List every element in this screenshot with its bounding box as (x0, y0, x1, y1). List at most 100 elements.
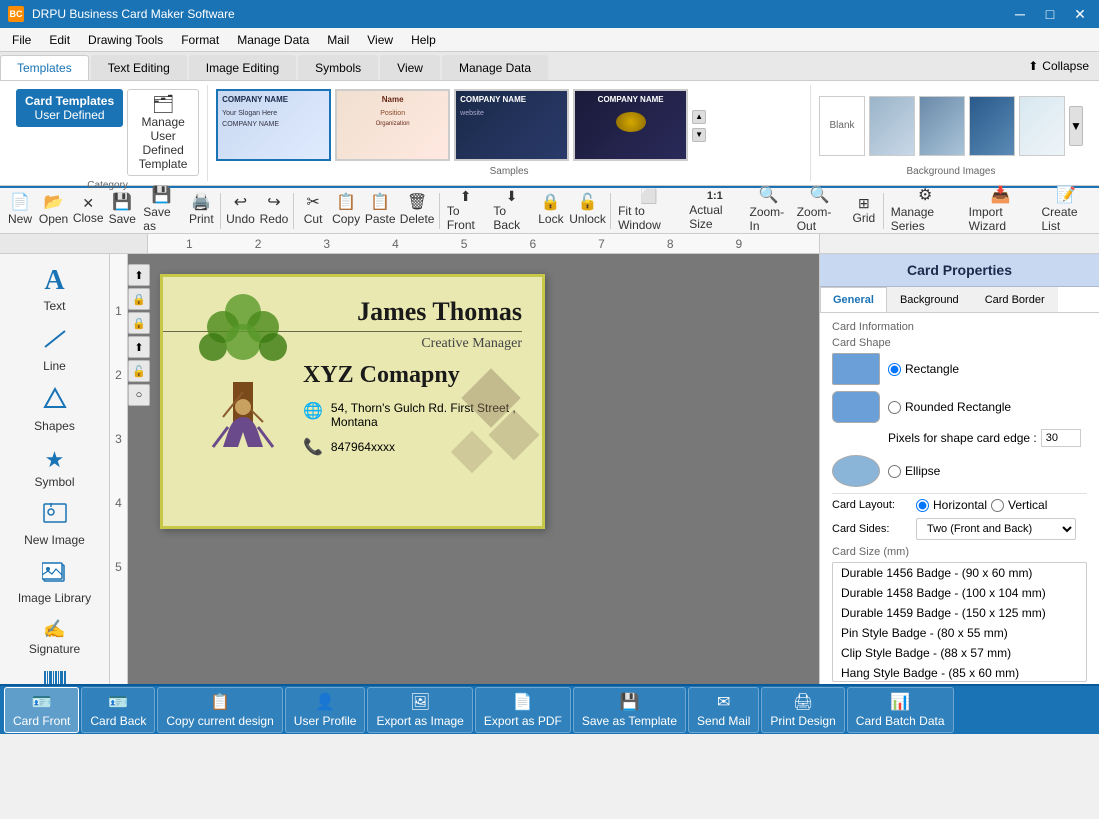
toolbar-redo[interactable]: ↪ Redo (258, 193, 291, 228)
tab-image-editing[interactable]: Image Editing (189, 55, 296, 80)
close-btn[interactable]: ✕ (1069, 3, 1091, 25)
bg-img-3[interactable] (969, 96, 1015, 156)
sample-scroll[interactable]: ▲ ▼ (692, 89, 706, 162)
toolbar-unlock[interactable]: 🔓 Unlock (568, 193, 607, 228)
minimize-btn[interactable]: ─ (1009, 3, 1031, 25)
toolbar-fit-window[interactable]: ⬜ Fit to Window (614, 187, 684, 234)
props-tab-card-border[interactable]: Card Border (972, 287, 1058, 312)
props-tab-general[interactable]: General (820, 287, 887, 312)
card-size-list[interactable]: Durable 1456 Badge - (90 x 60 mm) Durabl… (832, 562, 1087, 682)
sample-item-4[interactable]: COMPANY NAME (573, 89, 688, 161)
toolbar-import-wizard[interactable]: 📥 Import Wizard (965, 186, 1037, 235)
toolbar-copy[interactable]: 📋 Copy (330, 193, 362, 228)
sample-item-3[interactable]: COMPANY NAME website (454, 89, 569, 161)
menu-view[interactable]: View (359, 31, 401, 49)
bottom-copy-design[interactable]: 📋 Copy current design (157, 687, 282, 733)
menu-manage-data[interactable]: Manage Data (229, 31, 317, 49)
ellipse-radio-label[interactable]: Ellipse (888, 464, 940, 478)
toolbar-undo[interactable]: ↩ Undo (224, 193, 257, 228)
sidebar-item-signature[interactable]: ✍ Signature (4, 613, 105, 662)
toolbar-cut[interactable]: ✂ Cut (297, 193, 329, 228)
tab-templates[interactable]: Templates (0, 55, 89, 80)
sidebar-item-shapes[interactable]: Shapes (4, 381, 105, 439)
rounded-radio[interactable] (888, 401, 901, 414)
rect-radio-label[interactable]: Rectangle (888, 362, 959, 376)
size-3[interactable]: Pin Style Badge - (80 x 55 mm) (833, 623, 1086, 643)
card-sides-select[interactable]: Two (Front and Back) One (Front only) (916, 518, 1076, 540)
menu-mail[interactable]: Mail (319, 31, 357, 49)
bottom-card-batch[interactable]: 📊 Card Batch Data (847, 687, 954, 733)
toolbar-close[interactable]: ✕ Close (71, 194, 105, 227)
sidebar-item-barcode[interactable]: Barcode (4, 664, 105, 684)
size-0[interactable]: Durable 1456 Badge - (90 x 60 mm) (833, 563, 1086, 583)
toolbar-lock[interactable]: 🔒 Lock (535, 193, 567, 228)
menu-help[interactable]: Help (403, 31, 444, 49)
bottom-user-profile[interactable]: 👤 User Profile (285, 687, 366, 733)
toolbar-open[interactable]: 📂 Open (37, 193, 70, 228)
toolbar-grid[interactable]: ⊞ Grid (848, 194, 880, 227)
vert-radio-label[interactable]: Vertical (991, 498, 1047, 512)
props-tab-background[interactable]: Background (887, 287, 972, 312)
menu-edit[interactable]: Edit (41, 31, 78, 49)
tab-view[interactable]: View (380, 55, 440, 80)
bottom-card-front[interactable]: 🪪 Card Front (4, 687, 79, 733)
collapse-btn[interactable]: ⬆ Collapse (1018, 52, 1099, 80)
size-4[interactable]: Clip Style Badge - (88 x 57 mm) (833, 643, 1086, 663)
rect-radio[interactable] (888, 363, 901, 376)
bottom-send-mail[interactable]: ✉ Send Mail (688, 687, 759, 733)
menu-drawing-tools[interactable]: Drawing Tools (80, 31, 171, 49)
toolbar-to-front[interactable]: ⬆ To Front (443, 187, 489, 234)
sidebar-item-line[interactable]: Line (4, 321, 105, 379)
maximize-btn[interactable]: □ (1039, 3, 1061, 25)
bg-img-4[interactable] (1019, 96, 1065, 156)
card-templates-btn[interactable]: Card Templates User Defined (16, 89, 123, 127)
toolbar-save[interactable]: 💾 Save (106, 193, 138, 228)
toolbar-zoom-out[interactable]: 🔍 Zoom-Out (793, 186, 847, 235)
toolbar-to-back[interactable]: ⬇ To Back (489, 187, 533, 234)
bg-img-1[interactable] (869, 96, 915, 156)
sidebar-item-text[interactable]: A Text (4, 259, 105, 319)
size-1[interactable]: Durable 1458 Badge - (100 x 104 mm) (833, 583, 1086, 603)
size-2[interactable]: Durable 1459 Badge - (150 x 125 mm) (833, 603, 1086, 623)
zoom-ctrl-3[interactable]: 🔒 (128, 312, 150, 334)
bg-img-2[interactable] (919, 96, 965, 156)
sidebar-item-image-library[interactable]: Image Library (4, 555, 105, 611)
bottom-save-template[interactable]: 💾 Save as Template (573, 687, 686, 733)
size-5[interactable]: Hang Style Badge - (85 x 60 mm) (833, 663, 1086, 682)
bottom-export-pdf[interactable]: 📄 Export as PDF (475, 687, 571, 733)
business-card[interactable]: James Thomas Creative Manager XYZ Comapn… (160, 274, 545, 529)
menu-format[interactable]: Format (173, 31, 227, 49)
toolbar-actual-size[interactable]: 1:1 Actual Size (685, 189, 744, 233)
canvas-area[interactable]: 1 2 3 4 5 ⬆ 🔒 🔒 ⬆ 🔓 ○ (110, 254, 819, 684)
horiz-radio-label[interactable]: Horizontal (916, 498, 987, 512)
sample-item-2[interactable]: Name Position Organization (335, 89, 450, 161)
zoom-ctrl-2[interactable]: 🔒 (128, 288, 150, 310)
vert-radio[interactable] (991, 499, 1004, 512)
toolbar-print[interactable]: 🖨️ Print (185, 193, 217, 228)
toolbar-manage-series[interactable]: ⚙ Manage Series (887, 186, 964, 235)
toolbar-create-list[interactable]: 📝 Create List (1037, 186, 1095, 235)
zoom-ctrl-4[interactable]: ⬆ (128, 336, 150, 358)
pixels-input[interactable] (1041, 429, 1081, 447)
horiz-radio[interactable] (916, 499, 929, 512)
toolbar-paste[interactable]: 📋 Paste (363, 193, 397, 228)
ellipse-radio[interactable] (888, 465, 901, 478)
sidebar-item-new-image[interactable]: New Image (4, 497, 105, 553)
zoom-ctrl-5[interactable]: 🔓 (128, 360, 150, 382)
rounded-radio-label[interactable]: Rounded Rectangle (888, 400, 1011, 414)
zoom-ctrl-1[interactable]: ⬆ (128, 264, 150, 286)
toolbar-new[interactable]: 📄 New (4, 193, 36, 228)
toolbar-save-as[interactable]: 💾 Save as (139, 186, 184, 235)
sample-item-1[interactable]: COMPANY NAME Your Slogan Here COMPANY NA… (216, 89, 331, 161)
menu-file[interactable]: File (4, 31, 39, 49)
toolbar-delete[interactable]: 🗑 Delete (398, 193, 436, 228)
bottom-card-back[interactable]: 🪪 Card Back (81, 687, 155, 733)
tab-manage-data[interactable]: Manage Data (442, 55, 548, 80)
zoom-ctrl-6[interactable]: ○ (128, 384, 150, 406)
manage-template-btn[interactable]: 🗂 Manage User Defined Template (127, 89, 199, 176)
tab-text-editing[interactable]: Text Editing (91, 55, 187, 80)
toolbar-zoom-in[interactable]: 🔍 Zoom-In (746, 186, 792, 235)
tab-symbols[interactable]: Symbols (298, 55, 378, 80)
bottom-export-image[interactable]: 🖼 Export as Image (367, 687, 472, 733)
sidebar-item-symbol[interactable]: ★ Symbol (4, 441, 105, 495)
